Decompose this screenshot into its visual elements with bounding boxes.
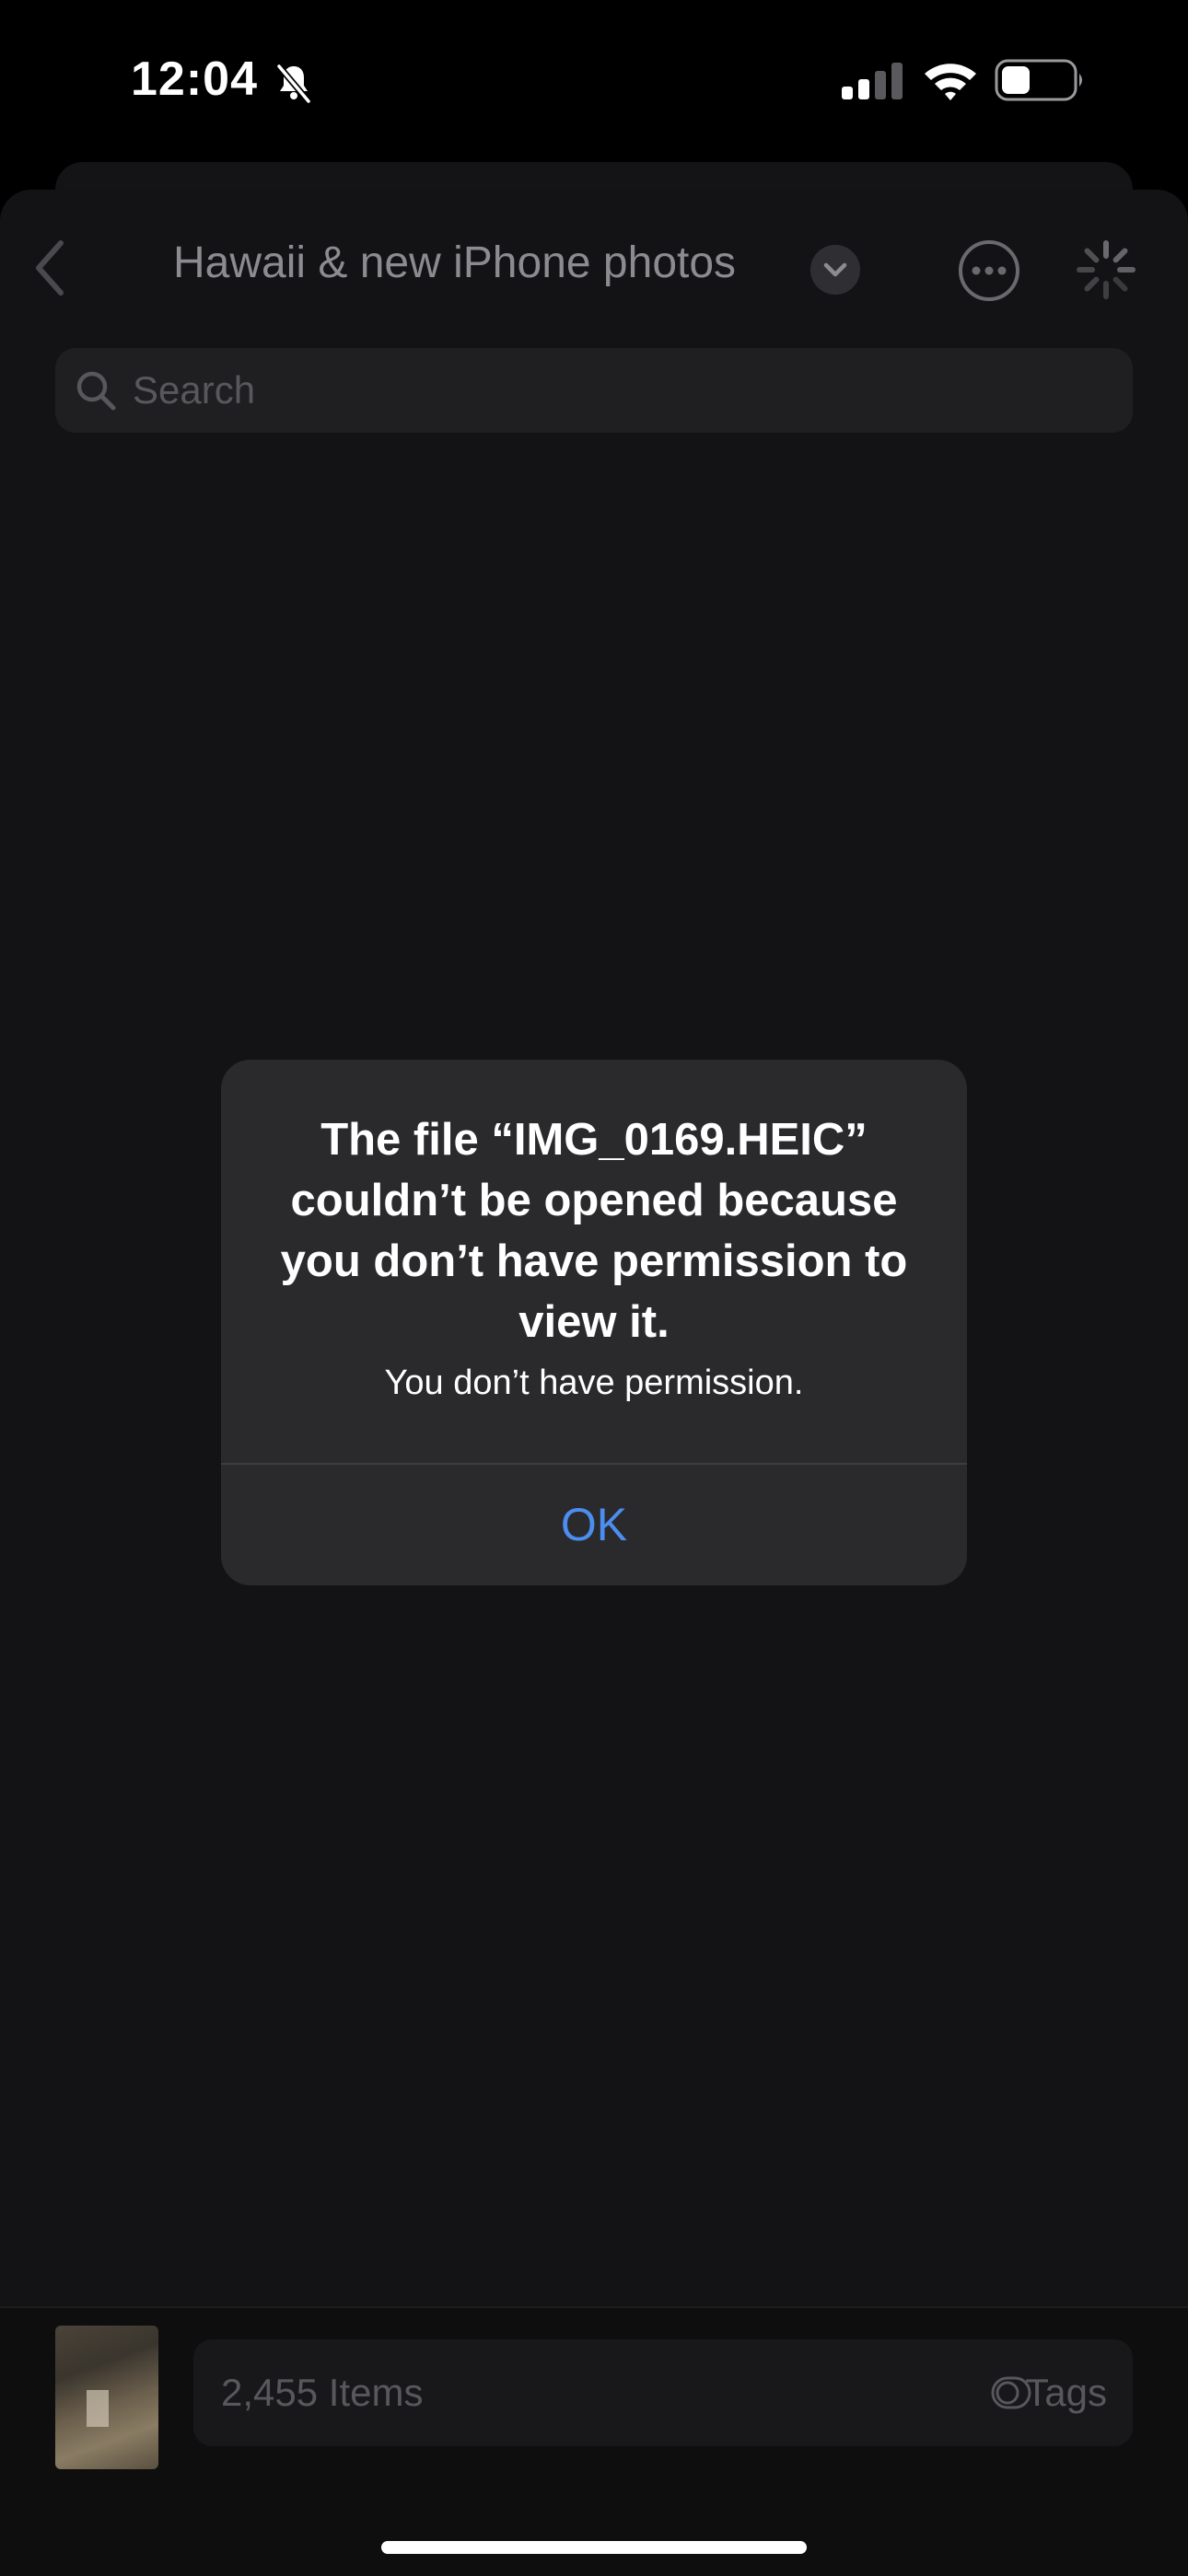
search-input[interactable]: Search [55, 348, 1133, 433]
items-filter-bar[interactable]: 2,455 Items Tags [193, 2339, 1133, 2446]
more-options-icon[interactable] [958, 239, 1020, 302]
alert-title: The file “IMG_0169.HEIC” couldn’t be ope… [280, 1115, 908, 1347]
items-count: 2,455 Items [221, 2371, 424, 2414]
loading-spinner-icon [1077, 240, 1136, 299]
search-icon [76, 371, 116, 411]
chevron-down-icon[interactable] [810, 245, 860, 295]
home-indicator[interactable] [381, 2541, 807, 2554]
wifi-icon [925, 64, 976, 100]
photo-thumbnail[interactable] [55, 2326, 158, 2469]
status-bar: 12:04 [0, 0, 1188, 157]
bell-slash-icon [276, 64, 311, 104]
cellular-signal-icon [842, 63, 903, 99]
status-time: 12:04 [131, 52, 258, 106]
permission-alert-dialog: The file “IMG_0169.HEIC” couldn’t be ope… [221, 1060, 967, 1585]
alert-message: You don’t have permission. [384, 1363, 804, 1402]
ok-button[interactable]: OK [221, 1465, 967, 1585]
search-placeholder: Search [133, 368, 256, 412]
tags-label[interactable]: Tags [1025, 2371, 1107, 2415]
back-chevron-icon[interactable] [31, 238, 68, 298]
battery-icon [995, 59, 1082, 101]
page-title[interactable]: Hawaii & new iPhone photos [173, 238, 736, 288]
